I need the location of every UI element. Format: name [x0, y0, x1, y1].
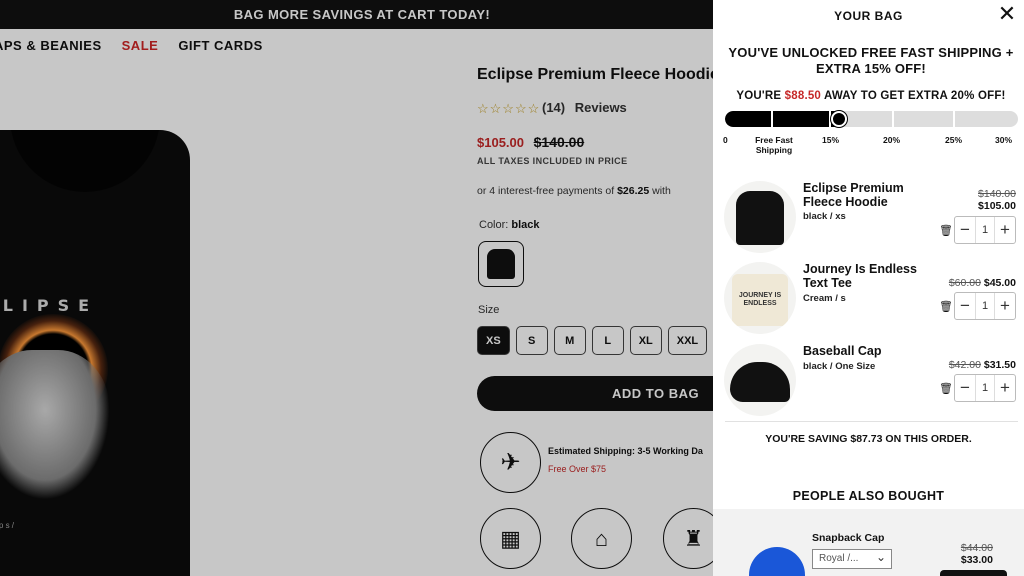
cart-item: Eclipse Premium Fleece Hoodie black / xs…	[713, 181, 1024, 261]
snapback-cap-image[interactable]	[749, 547, 805, 576]
item-sale-price: $105.00	[978, 200, 1016, 212]
progress-tick	[953, 111, 955, 127]
progress-tick	[892, 111, 894, 127]
increase-qty-button[interactable]: +	[995, 375, 1015, 401]
quantity-value[interactable]: 1	[975, 217, 995, 243]
recommendation-card: Snapback Cap Royal /... $44.00 $33.00	[713, 509, 1024, 576]
cart-title: YOUR BAG	[834, 9, 903, 23]
close-icon[interactable]: ✕	[996, 3, 1018, 26]
item-old-price: $42.00	[948, 359, 981, 371]
recommendation-add-button[interactable]	[940, 570, 1007, 576]
recommendation-old-price: $44.00	[960, 542, 993, 554]
item-variant: Cream / s	[803, 293, 846, 304]
cart-drawer: YOUR BAG ✕ YOU'VE UNLOCKED FREE FAST SHI…	[713, 0, 1024, 576]
item-price: $140.00 $105.00	[978, 188, 1016, 212]
item-thumbnail[interactable]	[724, 344, 796, 416]
progress-tick	[771, 111, 773, 127]
cart-item: Baseball Cap black / One Size $42.00 $31…	[713, 344, 1024, 424]
item-name[interactable]: Journey Is Endless Text Tee	[803, 262, 923, 290]
item-sale-price: $45.00	[983, 277, 1016, 289]
hoodie-thumb	[736, 191, 784, 245]
decrease-qty-button[interactable]: −	[955, 217, 975, 243]
variant-select[interactable]: Royal /...	[812, 548, 892, 569]
reward-progress-fill	[725, 111, 837, 127]
saving-prefix: YOU'RE SAVING	[765, 433, 848, 445]
trash-icon[interactable]: 🗑	[939, 382, 953, 395]
decrease-qty-button[interactable]: −	[955, 375, 975, 401]
milestone-25: 25%	[945, 135, 963, 145]
item-thumbnail[interactable]	[724, 181, 796, 253]
tee-thumb: JOURNEY IS ENDLESS	[732, 274, 788, 326]
quantity-stepper: − 1 +	[954, 292, 1016, 320]
divider	[725, 421, 1018, 422]
item-price: $42.00 $31.50	[949, 359, 1016, 371]
item-price: $60.00 $45.00	[949, 277, 1016, 289]
reward-progress-bar	[725, 111, 1018, 127]
increase-qty-button[interactable]: +	[995, 217, 1015, 243]
saving-suffix: ON THIS ORDER.	[885, 433, 972, 445]
away-message: YOU'RE $88.50 AWAY TO GET EXTRA 20% OFF!	[721, 90, 1021, 102]
item-variant: black / xs	[803, 211, 846, 222]
item-variant: black / One Size	[803, 361, 876, 372]
away-prefix: YOU'RE	[736, 90, 782, 102]
quantity-stepper: − 1 +	[954, 374, 1016, 402]
quantity-stepper: − 1 +	[954, 216, 1016, 244]
recommendation-sale-price: $33.00	[960, 554, 993, 566]
increase-qty-button[interactable]: +	[995, 293, 1015, 319]
saving-amount: $87.73	[850, 433, 883, 445]
item-sale-price: $31.50	[983, 359, 1016, 371]
item-name[interactable]: Eclipse Premium Fleece Hoodie	[803, 181, 923, 209]
milestone-0: 0	[723, 135, 728, 145]
trash-icon[interactable]: 🗑	[939, 300, 953, 313]
item-thumbnail[interactable]: JOURNEY IS ENDLESS	[724, 262, 796, 334]
page-dim-overlay[interactable]	[0, 0, 713, 576]
quantity-value[interactable]: 1	[975, 293, 995, 319]
savings-message: YOU'RE SAVING $87.73 ON THIS ORDER.	[713, 433, 1024, 445]
item-old-price: $60.00	[948, 277, 981, 289]
cart-item: JOURNEY IS ENDLESS Journey Is Endless Te…	[713, 262, 1024, 342]
progress-marker	[831, 111, 847, 127]
decrease-qty-button[interactable]: −	[955, 293, 975, 319]
away-suffix: AWAY TO GET EXTRA 20% OFF!	[824, 90, 1006, 102]
item-old-price: $140.00	[978, 188, 1016, 200]
cap-thumb	[730, 362, 790, 402]
recommendation-name[interactable]: Snapback Cap	[812, 532, 884, 544]
unlocked-message: YOU'VE UNLOCKED FREE FAST SHIPPING + EXT…	[728, 45, 1014, 76]
item-name[interactable]: Baseball Cap	[803, 344, 943, 358]
away-amount: $88.50	[784, 90, 822, 102]
trash-icon[interactable]: 🗑	[939, 224, 953, 237]
quantity-value[interactable]: 1	[975, 375, 995, 401]
people-also-bought-heading: PEOPLE ALSO BOUGHT	[792, 489, 945, 503]
recommendation-price: $44.00 $33.00	[961, 542, 993, 566]
milestone-30: 30%	[995, 135, 1013, 145]
milestone-20: 20%	[883, 135, 901, 145]
milestone-15: 15%	[822, 135, 840, 145]
milestone-free-shipping: Free Fast Shipping	[755, 135, 793, 155]
